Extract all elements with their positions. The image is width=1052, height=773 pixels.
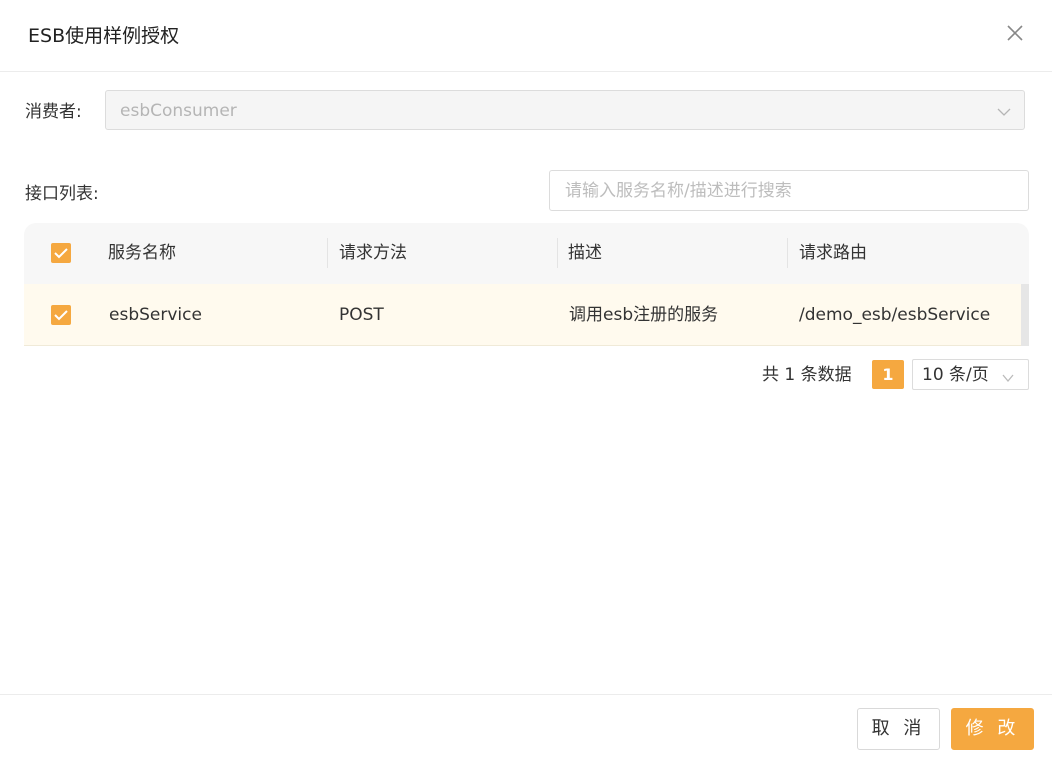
table-scrollbar[interactable] <box>1021 284 1029 346</box>
table-header: 服务名称 请求方法 描述 请求路由 <box>24 223 1029 284</box>
pagination-total: 共 1 条数据 <box>762 365 852 385</box>
esb-auth-dialog: ESB使用样例授权 消费者: esbConsumer 接口列表: 服务名称 请求… <box>0 0 1052 772</box>
column-header-method[interactable]: 请求方法 <box>339 241 407 265</box>
dialog-title: ESB使用样例授权 <box>28 25 180 47</box>
interface-list-label: 接口列表: <box>25 184 99 204</box>
dialog-header: ESB使用样例授权 <box>0 0 1052 72</box>
cell-route: /demo_esb/esbService <box>799 305 991 325</box>
select-all-checkbox[interactable] <box>51 243 71 263</box>
consumer-select: esbConsumer <box>105 90 1025 130</box>
page-size-select[interactable]: 10 条/页 <box>912 359 1029 390</box>
consumer-select-value: esbConsumer <box>120 101 237 121</box>
column-divider <box>557 238 558 268</box>
cell-service-name: esbService <box>109 305 202 325</box>
page-button-1[interactable]: 1 <box>872 360 904 389</box>
column-header-description[interactable]: 描述 <box>568 241 602 265</box>
close-icon[interactable] <box>1004 22 1026 44</box>
modify-button[interactable]: 修 改 <box>951 708 1034 750</box>
interface-table: 服务名称 请求方法 描述 请求路由 esbService POST 调用esb注… <box>24 223 1029 346</box>
column-divider <box>327 238 328 268</box>
page-size-value: 10 条/页 <box>922 365 989 385</box>
table-row[interactable]: esbService POST 调用esb注册的服务 /demo_esb/esb… <box>24 284 1021 346</box>
chevron-down-icon <box>1002 369 1014 383</box>
consumer-label: 消费者: <box>25 102 82 122</box>
cancel-button[interactable]: 取 消 <box>857 708 940 750</box>
chevron-down-icon <box>997 104 1011 118</box>
column-header-service-name[interactable]: 服务名称 <box>108 241 176 265</box>
search-input[interactable] <box>549 170 1029 211</box>
column-header-route[interactable]: 请求路由 <box>799 241 867 265</box>
column-divider <box>787 238 788 268</box>
cell-method: POST <box>339 305 384 325</box>
cell-description: 调用esb注册的服务 <box>569 305 719 325</box>
row-checkbox[interactable] <box>51 305 71 325</box>
